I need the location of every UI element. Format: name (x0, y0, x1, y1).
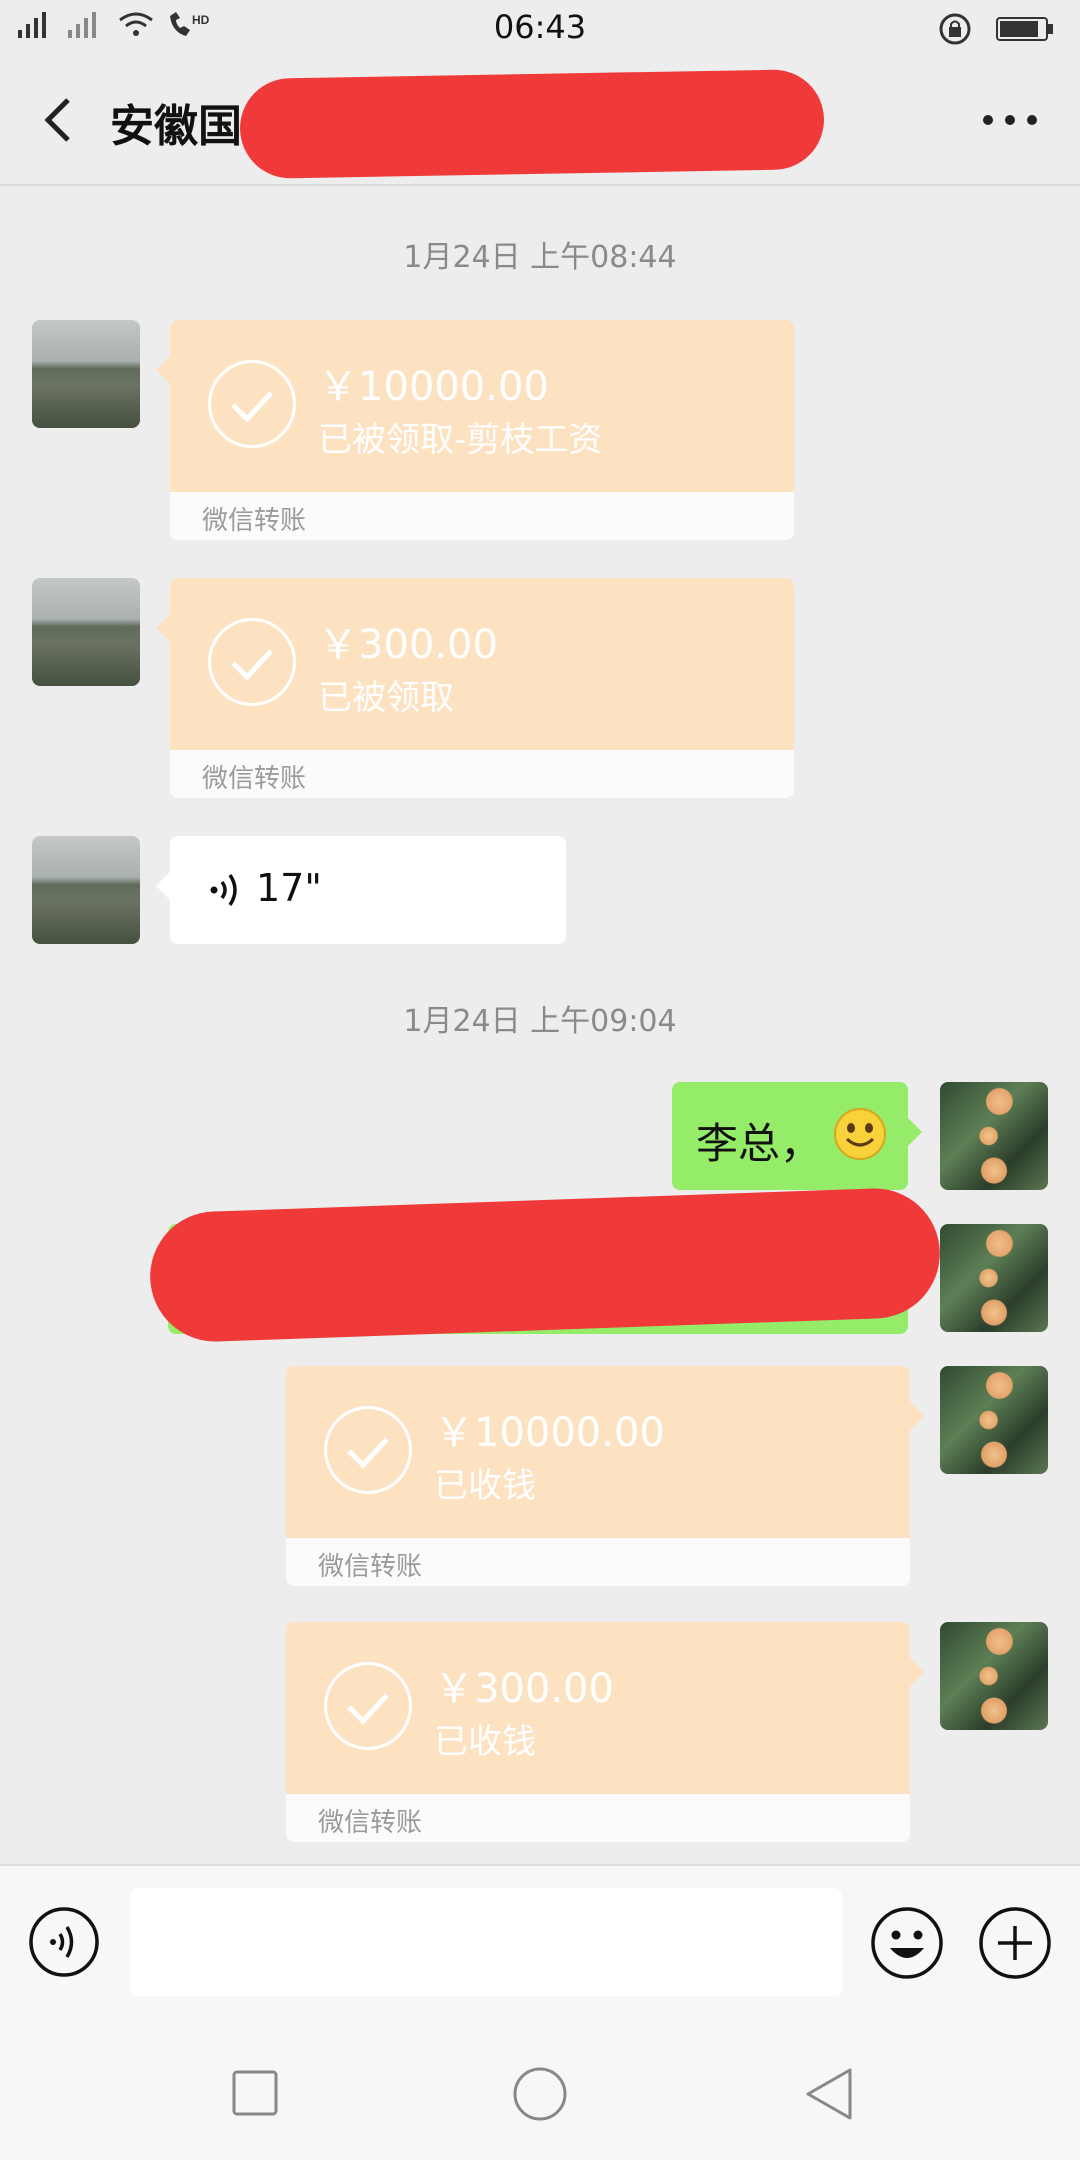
transfer-amount: ￥10000.00 (318, 364, 549, 410)
battery-icon (996, 17, 1053, 41)
message-input[interactable] (130, 1888, 842, 1996)
contact-avatar[interactable] (32, 320, 140, 428)
transfer-caption: 微信转账 (202, 506, 307, 536)
timestamp: 1月24日 上午09:04 (403, 1004, 677, 1039)
transfer-amount: ￥300.00 (434, 1666, 614, 1712)
transfer-amount: ￥300.00 (318, 622, 498, 668)
message-redaction (147, 1186, 943, 1344)
transfer-card[interactable]: ￥10000.00 已被领取-剪枝工资 微信转账 (156, 320, 794, 540)
transfer-status: 已被领取-剪枝工资 (318, 420, 603, 460)
contact-avatar[interactable] (32, 836, 140, 944)
input-bar (0, 1864, 1080, 2026)
recents-square-icon[interactable] (232, 2070, 278, 2116)
emoji-icon[interactable] (870, 1906, 944, 1980)
voice-wave-icon (210, 874, 237, 906)
title-redaction (239, 68, 825, 180)
check-circle-icon (208, 360, 296, 448)
plus-icon[interactable] (978, 1906, 1052, 1980)
transfer-status: 已收钱 (434, 1466, 536, 1506)
my-avatar[interactable] (940, 1622, 1048, 1730)
transfer-caption: 微信转账 (202, 764, 307, 794)
transfer-caption: 微信转账 (318, 1552, 423, 1582)
message-text: 李总， (696, 1119, 823, 1168)
check-circle-icon (324, 1662, 412, 1750)
more-dots-icon[interactable] (980, 108, 1040, 132)
check-circle-icon (208, 618, 296, 706)
my-avatar[interactable] (940, 1224, 1048, 1332)
transfer-status: 已收钱 (434, 1722, 536, 1762)
my-avatar[interactable] (940, 1366, 1048, 1474)
voice-duration: 17" (256, 866, 322, 910)
voice-input-icon[interactable] (28, 1906, 100, 1978)
status-bar: HD 06:43 (0, 0, 1080, 56)
transfer-amount: ￥10000.00 (434, 1410, 665, 1456)
chat-title: 安徽国 (110, 101, 242, 152)
voice-message[interactable]: 17" (156, 836, 566, 944)
check-circle-icon (324, 1406, 412, 1494)
chat-header: 安徽国 (0, 56, 1080, 186)
rotation-lock-icon (939, 13, 971, 45)
timestamp: 1月24日 上午08:44 (403, 240, 677, 275)
status-icons-right (938, 12, 1056, 46)
home-circle-icon[interactable] (512, 2066, 568, 2122)
transfer-card[interactable]: ￥300.00 已被领取 微信转账 (156, 578, 794, 798)
transfer-card[interactable]: ￥300.00 已收钱 微信转账 (286, 1622, 924, 1842)
back-chevron-icon[interactable] (28, 88, 92, 152)
sent-text-bubble[interactable]: 李总， (672, 1082, 922, 1190)
my-avatar[interactable] (940, 1082, 1048, 1190)
contact-avatar[interactable] (32, 578, 140, 686)
smile-emoji-icon (834, 1108, 886, 1160)
transfer-status: 已被领取 (318, 678, 454, 718)
back-triangle-icon[interactable] (804, 2066, 854, 2122)
status-time: 06:43 (493, 8, 587, 46)
transfer-card[interactable]: ￥10000.00 已收钱 微信转账 (286, 1366, 924, 1586)
system-nav-bar (0, 2024, 1080, 2160)
transfer-caption: 微信转账 (318, 1808, 423, 1838)
